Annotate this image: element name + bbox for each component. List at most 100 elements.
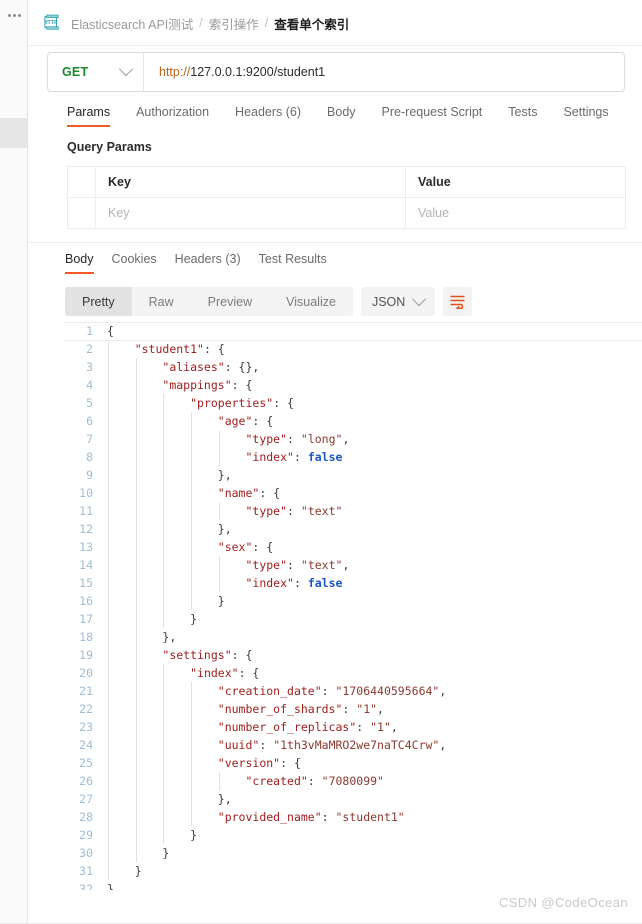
line-number: 4 (86, 378, 93, 392)
response-body-code-viewer[interactable]: 1{2 "student1": {3 "aliases": {}, 4 "mapp… (65, 322, 642, 890)
line-number: 8 (86, 450, 93, 464)
response-language-select[interactable]: JSON (360, 287, 436, 316)
line-number: 3 (86, 360, 93, 374)
response-format-group: Pretty Raw Preview Visualize (65, 287, 353, 316)
code-line: 27 }, (65, 790, 642, 808)
code-line: 10 "name": { (65, 484, 642, 502)
code-line: 13 "sex": { (65, 538, 642, 556)
request-url-box: GET http://127.0.0.1:9200/student1 (47, 52, 625, 92)
response-language-label: JSON (371, 294, 406, 309)
code-line: 2 "student1": { (65, 340, 642, 358)
code-text: "index": false (245, 450, 343, 464)
code-line: 7 "type": "long", (65, 430, 642, 448)
code-text: } (134, 864, 142, 878)
request-url-input[interactable]: http://127.0.0.1:9200/student1 (144, 53, 624, 91)
code-line: 18 }, (65, 628, 642, 646)
response-tabs: Body Cookies Headers (3) Test Results (65, 252, 327, 274)
line-number: 14 (79, 558, 93, 572)
line-number: 16 (79, 594, 93, 608)
http-method-select[interactable]: GET (48, 53, 144, 91)
tab-authorization[interactable]: Authorization (136, 105, 209, 127)
tab-response-headers[interactable]: Headers (3) (175, 252, 241, 274)
line-number: 25 (79, 756, 93, 770)
tab-settings[interactable]: Settings (563, 105, 608, 127)
wrap-text-button[interactable] (443, 287, 473, 316)
url-protocol: http:// (159, 65, 191, 79)
param-value-input[interactable]: Value (405, 197, 626, 229)
response-section-divider (27, 242, 642, 243)
svg-text:HTTP: HTTP (44, 20, 57, 26)
column-header-value: Value (405, 166, 626, 198)
code-line: 16 } (65, 592, 642, 610)
code-text: "type": "long", (245, 432, 350, 446)
line-number: 24 (79, 738, 93, 752)
breadcrumb-item-1[interactable]: 索引操作 (209, 14, 259, 33)
code-line: 29 } (65, 826, 642, 844)
code-text: "type": "text" (245, 504, 343, 518)
format-visualize-button[interactable]: Visualize (269, 287, 353, 316)
chevron-down-icon (118, 62, 134, 77)
line-number: 30 (79, 846, 93, 860)
code-line: 23 "number_of_replicas": "1", (65, 718, 642, 736)
row-checkbox-cell[interactable] (67, 197, 96, 229)
tab-response-cookies[interactable]: Cookies (112, 252, 157, 274)
line-number: 9 (86, 468, 93, 482)
tab-params[interactable]: Params (67, 105, 111, 127)
tab-headers[interactable]: Headers (6) (235, 105, 301, 127)
line-number: 5 (86, 396, 93, 410)
url-host-path: 127.0.0.1:9200/student1 (190, 65, 326, 79)
line-number: 6 (86, 414, 93, 428)
code-text: "student1": { (134, 342, 225, 356)
code-text: } (190, 612, 198, 626)
code-line: 9 }, (65, 466, 642, 484)
tab-pre-request-script[interactable]: Pre-request Script (382, 105, 483, 127)
tab-body[interactable]: Body (327, 105, 356, 127)
column-header-key: Key (95, 166, 406, 198)
format-pretty-button[interactable]: Pretty (65, 287, 132, 316)
line-number: 31 (79, 864, 93, 878)
code-text: "index": { (190, 666, 260, 680)
sidebar-active-indicator[interactable] (0, 118, 27, 148)
line-number: 27 (79, 792, 93, 806)
code-text: }, (217, 468, 232, 482)
code-text: "uuid": "1th3vMaMRO2we7naTC4Crw", (217, 738, 447, 752)
http-request-icon: HTTP (44, 14, 59, 30)
code-text: }, (162, 630, 177, 644)
code-line: 21 "creation_date": "1706440595664", (65, 682, 642, 700)
code-text: } (217, 594, 225, 608)
main-panel: HTTP Elasticsearch API测试 / 索引操作 / 查看单个索引… (27, 0, 642, 924)
line-number: 19 (79, 648, 93, 662)
tab-response-body[interactable]: Body (65, 252, 94, 274)
breadcrumb-separator: / (199, 16, 203, 30)
code-line: 26 "created": "7080099" (65, 772, 642, 790)
request-url-row: GET http://127.0.0.1:9200/student1 (47, 52, 625, 92)
code-line: 20 "index": { (65, 664, 642, 682)
code-line: 22 "number_of_shards": "1", (65, 700, 642, 718)
code-text: } (107, 882, 114, 890)
line-number: 20 (79, 666, 93, 680)
format-preview-button[interactable]: Preview (191, 287, 269, 316)
format-raw-button[interactable]: Raw (132, 287, 191, 316)
line-number: 26 (79, 774, 93, 788)
tab-test-results[interactable]: Test Results (259, 252, 327, 274)
line-number: 28 (79, 810, 93, 824)
tab-tests[interactable]: Tests (508, 105, 537, 127)
select-all-checkbox-cell[interactable] (67, 166, 96, 198)
http-method-label: GET (62, 65, 89, 79)
param-key-input[interactable]: Key (95, 197, 406, 229)
line-number: 12 (79, 522, 93, 536)
code-lines: 1{2 "student1": {3 "aliases": {}, 4 "mapp… (65, 322, 642, 890)
line-number: 10 (79, 486, 93, 500)
code-line: 32} (65, 880, 642, 890)
line-number: 15 (79, 576, 93, 590)
breadcrumb-item-0[interactable]: Elasticsearch API测试 (71, 14, 193, 33)
wrap-text-icon (450, 295, 465, 309)
line-number: 32 (79, 882, 93, 890)
query-params-title: Query Params (67, 140, 152, 154)
line-number: 2 (86, 342, 93, 356)
code-text: }, (217, 792, 232, 806)
line-number: 18 (79, 630, 93, 644)
code-line: 1{ (65, 322, 642, 340)
code-text: "number_of_replicas": "1", (217, 720, 398, 734)
more-horizontal-icon[interactable] (4, 10, 24, 20)
